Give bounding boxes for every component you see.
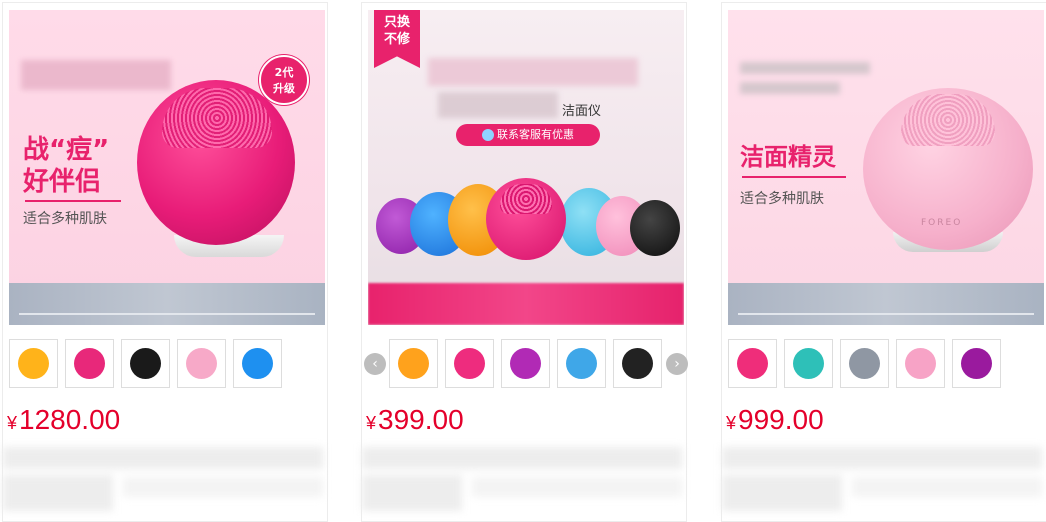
currency-symbol: ¥	[7, 413, 18, 433]
promo-button-label: 联系客服有优惠	[497, 128, 574, 141]
product-price: ¥1280.00	[7, 403, 120, 440]
contact-service-button[interactable]: 联系客服有优惠	[456, 124, 600, 146]
thumbnail-color-1[interactable]	[728, 339, 777, 388]
thumbnail-color-1[interactable]	[389, 339, 438, 388]
thumbnail-color-2[interactable]	[784, 339, 833, 388]
slogan-line1: 战“痘”	[23, 135, 110, 165]
price-value: 999.00	[738, 404, 824, 435]
chevron-right-icon[interactable]: ›	[666, 353, 688, 375]
thumbnail-color-1[interactable]	[9, 339, 58, 388]
blurred-banner	[9, 283, 325, 325]
blurred-title	[740, 62, 870, 74]
product-price: ¥399.00	[366, 403, 464, 440]
blurred-title	[21, 60, 171, 90]
chevron-left-icon[interactable]: ‹	[364, 353, 386, 375]
thumbnail-color-3[interactable]	[840, 339, 889, 388]
device-magenta	[486, 178, 566, 260]
blurred-product-info	[722, 447, 1046, 517]
product-subtitle: 适合多种肌肤	[23, 211, 107, 227]
product-main-image[interactable]: 只换 不修 洁面仪 联系客服有优惠	[368, 10, 684, 325]
product-main-image[interactable]: 2代 升级 战“痘” 好伴侣 适合多种肌肤	[9, 10, 325, 325]
product-card-1[interactable]: 2代 升级 战“痘” 好伴侣 适合多种肌肤 ¥1280.00	[2, 2, 328, 522]
currency-symbol: ¥	[726, 413, 737, 433]
cleansing-device-image: FOREO	[863, 88, 1033, 250]
blurred-title-2	[438, 92, 558, 118]
blurred-product-info	[362, 447, 686, 517]
product-card-3[interactable]: 洁面精灵 适合多种肌肤 FOREO ¥999.00	[721, 2, 1046, 522]
device-brand: FOREO	[921, 218, 963, 228]
blurred-product-info	[3, 447, 327, 517]
price-value: 399.00	[378, 404, 464, 435]
thumbnail-color-5[interactable]	[952, 339, 1001, 388]
blurred-banner	[728, 283, 1044, 325]
device-black	[630, 200, 680, 256]
slogan: 洁面精灵	[740, 143, 836, 171]
cleansing-device-image	[137, 80, 295, 245]
slogan-line2: 好伴侣	[23, 167, 102, 197]
blurred-banner	[368, 283, 684, 325]
slogan-underline	[742, 176, 846, 178]
product-main-image[interactable]: 洁面精灵 适合多种肌肤 FOREO	[728, 10, 1044, 325]
currency-symbol: ¥	[366, 413, 377, 433]
thumbnail-color-3[interactable]	[121, 339, 170, 388]
chat-icon	[482, 129, 494, 141]
thumbnail-color-4[interactable]	[557, 339, 606, 388]
thumbnail-color-4[interactable]	[896, 339, 945, 388]
corner-tag: 只换 不修	[374, 10, 420, 68]
blurred-title	[428, 58, 638, 86]
thumbnail-color-5[interactable]	[233, 339, 282, 388]
thumbnail-color-2[interactable]	[445, 339, 494, 388]
product-price: ¥999.00	[726, 403, 824, 440]
product-card-2[interactable]: 只换 不修 洁面仪 联系客服有优惠 ‹ › ¥399.00	[361, 2, 688, 522]
upgrade-badge: 2代 升级	[259, 55, 309, 105]
title-suffix: 洁面仪	[562, 104, 602, 119]
product-subtitle: 适合多种肌肤	[740, 191, 824, 207]
slogan-underline	[25, 200, 121, 202]
price-value: 1280.00	[19, 404, 121, 435]
thumbnail-color-4[interactable]	[177, 339, 226, 388]
thumbnail-color-2[interactable]	[65, 339, 114, 388]
thumbnail-color-5[interactable]	[613, 339, 662, 388]
blurred-title-2	[740, 82, 840, 94]
thumbnail-color-3[interactable]	[501, 339, 550, 388]
